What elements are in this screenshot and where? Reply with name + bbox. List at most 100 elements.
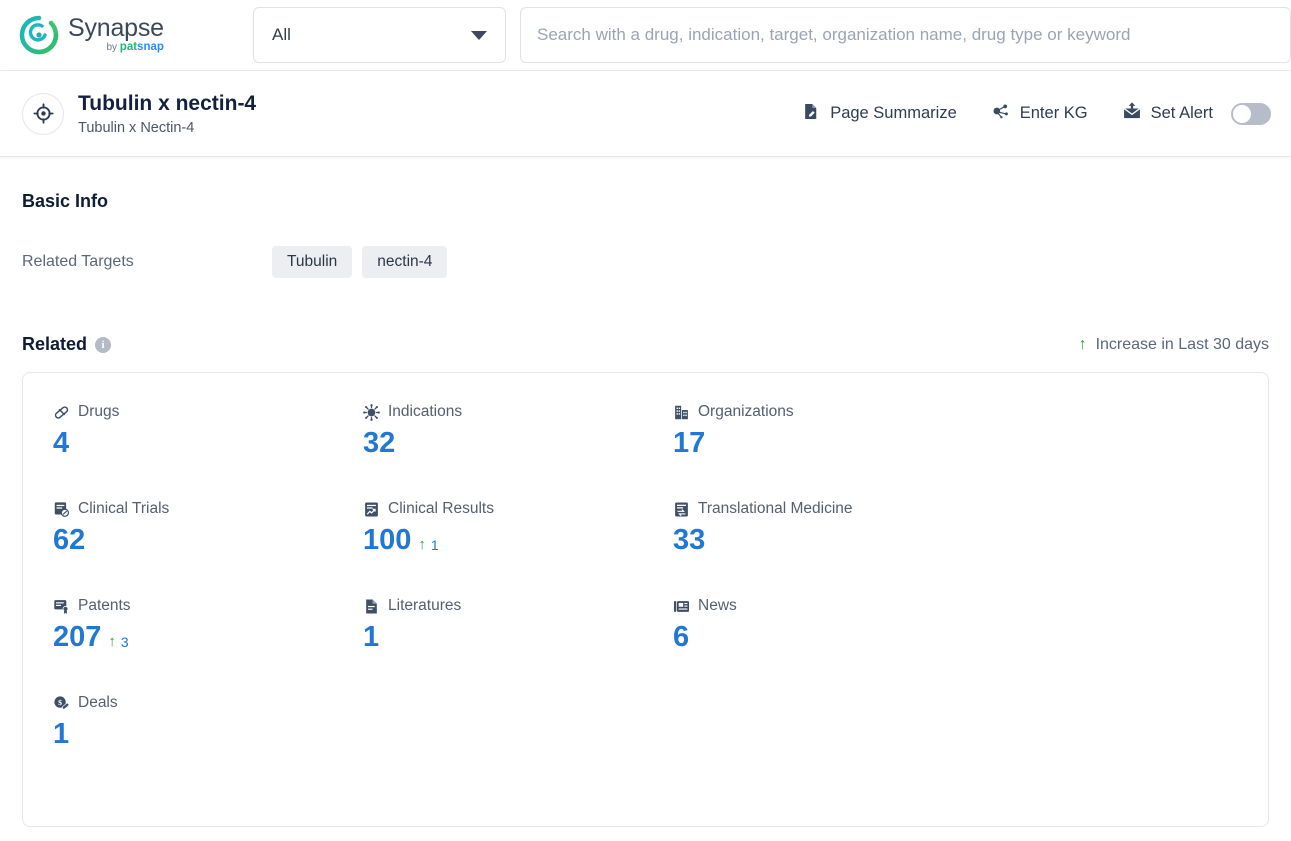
- related-targets-chips: Tubulin nectin-4: [272, 246, 448, 278]
- stat-value-row: 33: [673, 524, 1268, 557]
- patent-icon: [53, 598, 70, 615]
- stat-label: Clinical Results: [388, 500, 494, 517]
- stat-value-row: 17: [673, 427, 1268, 460]
- stat-header: Drugs: [53, 403, 363, 421]
- stat-header: Organizations: [673, 403, 1268, 421]
- info-icon[interactable]: i: [95, 336, 112, 353]
- set-alert-toggle[interactable]: [1231, 102, 1271, 125]
- stat-indications: Indications 32: [363, 403, 673, 500]
- stat-label: Deals: [78, 694, 118, 711]
- stat-organizations: Organizations 17: [673, 403, 1268, 500]
- stat-increase-delta: ↑ 3: [108, 634, 128, 650]
- increase-legend: ↑ Increase in Last 30 days: [1079, 336, 1269, 354]
- translational-medicine-icon: [673, 501, 690, 518]
- logo-by-text: by: [106, 42, 120, 54]
- stat-label: Drugs: [78, 403, 120, 420]
- page-subtitle: Tubulin x Nectin-4: [78, 119, 195, 136]
- stat-deals: $ Deals 1: [53, 694, 363, 791]
- page-header-actions: Page Summarize Enter KG Set Alert: [802, 101, 1271, 126]
- stat-increase-count: 1: [430, 536, 439, 553]
- stat-value-row: 1: [53, 718, 363, 751]
- clinical-results-icon: [363, 501, 380, 518]
- page-summarize-label: Page Summarize: [830, 104, 957, 122]
- related-section-header: Related i ↑ Increase in Last 30 days: [22, 334, 1269, 355]
- stat-label: Translational Medicine: [698, 500, 853, 517]
- building-icon: [673, 404, 690, 421]
- stat-translational-medicine: Translational Medicine 33: [673, 500, 1268, 597]
- page-summarize-button[interactable]: Page Summarize: [802, 102, 957, 126]
- up-arrow-icon: ↑: [1078, 335, 1087, 353]
- stat-value[interactable]: 4: [53, 427, 69, 460]
- toggle-knob: [1233, 104, 1251, 123]
- stat-header: Translational Medicine: [673, 500, 1268, 518]
- stat-value[interactable]: 6: [673, 621, 689, 654]
- news-icon: [673, 598, 690, 615]
- stat-patents: Patents 207 ↑ 3: [53, 597, 363, 694]
- increase-legend-label: Increase in Last 30 days: [1095, 335, 1269, 353]
- basic-info-heading: Basic Info: [22, 191, 109, 211]
- page-header: Tubulin x nectin-4 Tubulin x Nectin-4 Pa…: [0, 71, 1291, 157]
- stat-news: News 6: [673, 597, 1268, 694]
- deals-icon: $: [53, 695, 70, 712]
- logo-wordmark: Synapse: [68, 14, 164, 43]
- knowledge-graph-icon: [991, 101, 1011, 126]
- related-heading: Related: [22, 334, 88, 354]
- stat-value-row: 207 ↑ 3: [53, 621, 363, 654]
- stat-value[interactable]: 1: [53, 718, 69, 751]
- stat-header: Literatures: [363, 597, 673, 615]
- stat-label: Clinical Trials: [78, 500, 170, 517]
- stat-value[interactable]: 207: [53, 621, 101, 654]
- search-field-wrapper[interactable]: [520, 7, 1291, 63]
- stat-header: $ Deals: [53, 694, 363, 712]
- stat-value-row: 4: [53, 427, 363, 460]
- search-input[interactable]: [537, 25, 1274, 45]
- target-crosshair-icon: [22, 92, 64, 135]
- svg-text:$: $: [58, 698, 62, 707]
- search-scope-value: All: [272, 25, 291, 44]
- synapse-logo[interactable]: Synapse by patsnap: [18, 14, 218, 56]
- stat-label: Patents: [78, 597, 131, 614]
- stat-value[interactable]: 62: [53, 524, 85, 557]
- related-target-chip[interactable]: nectin-4: [362, 246, 448, 278]
- stat-value-row: 100 ↑ 1: [363, 524, 673, 557]
- stat-value[interactable]: 100: [363, 524, 411, 557]
- page-title: Tubulin x nectin-4: [78, 92, 257, 116]
- enter-kg-label: Enter KG: [1019, 104, 1088, 122]
- stat-value[interactable]: 33: [673, 524, 705, 557]
- up-arrow-icon: ↑: [108, 633, 116, 650]
- related-targets-row: Related Targets Tubulin nectin-4: [22, 246, 1269, 278]
- set-alert-button[interactable]: Set Alert: [1122, 101, 1271, 126]
- enter-kg-button[interactable]: Enter KG: [991, 101, 1088, 126]
- search-scope-select[interactable]: All: [253, 7, 506, 63]
- stat-label: Organizations: [698, 403, 794, 420]
- stat-header: Indications: [363, 403, 673, 421]
- stat-header: Clinical Results: [363, 500, 673, 518]
- related-stats-card: Drugs 4 Indications 32 Organizations 17 Clinic…: [22, 372, 1269, 827]
- page-summarize-icon: [802, 102, 821, 126]
- clinical-trial-icon: [53, 501, 70, 518]
- stat-header: News: [673, 597, 1268, 615]
- stat-value[interactable]: 32: [363, 427, 395, 460]
- drug-pill-icon: [53, 404, 70, 421]
- logo-pat-text: pat: [119, 41, 138, 54]
- up-arrow-icon: ↑: [418, 536, 426, 553]
- chevron-down-icon: [471, 30, 487, 40]
- related-targets-label: Related Targets: [22, 253, 134, 270]
- stat-value[interactable]: 1: [363, 621, 379, 654]
- stat-increase-delta: ↑ 1: [418, 537, 438, 553]
- related-target-chip[interactable]: Tubulin: [272, 246, 353, 278]
- logo-snap-text: snap: [137, 41, 164, 54]
- literature-icon: [363, 598, 380, 615]
- set-alert-icon: [1122, 101, 1142, 126]
- stat-clinical-trials: Clinical Trials 62: [53, 500, 363, 597]
- stat-drugs: Drugs 4: [53, 403, 363, 500]
- stat-increase-count: 3: [120, 633, 129, 650]
- stat-value-row: 32: [363, 427, 673, 460]
- stat-header: Patents: [53, 597, 363, 615]
- stat-value-row: 6: [673, 621, 1268, 654]
- global-search-bar: Synapse by patsnap All: [0, 0, 1291, 71]
- page-content: Basic Info Related Targets Tubulin necti…: [0, 191, 1291, 827]
- stat-label: Indications: [388, 403, 463, 420]
- synapse-logo-icon: [18, 14, 60, 56]
- stat-value[interactable]: 17: [673, 427, 705, 460]
